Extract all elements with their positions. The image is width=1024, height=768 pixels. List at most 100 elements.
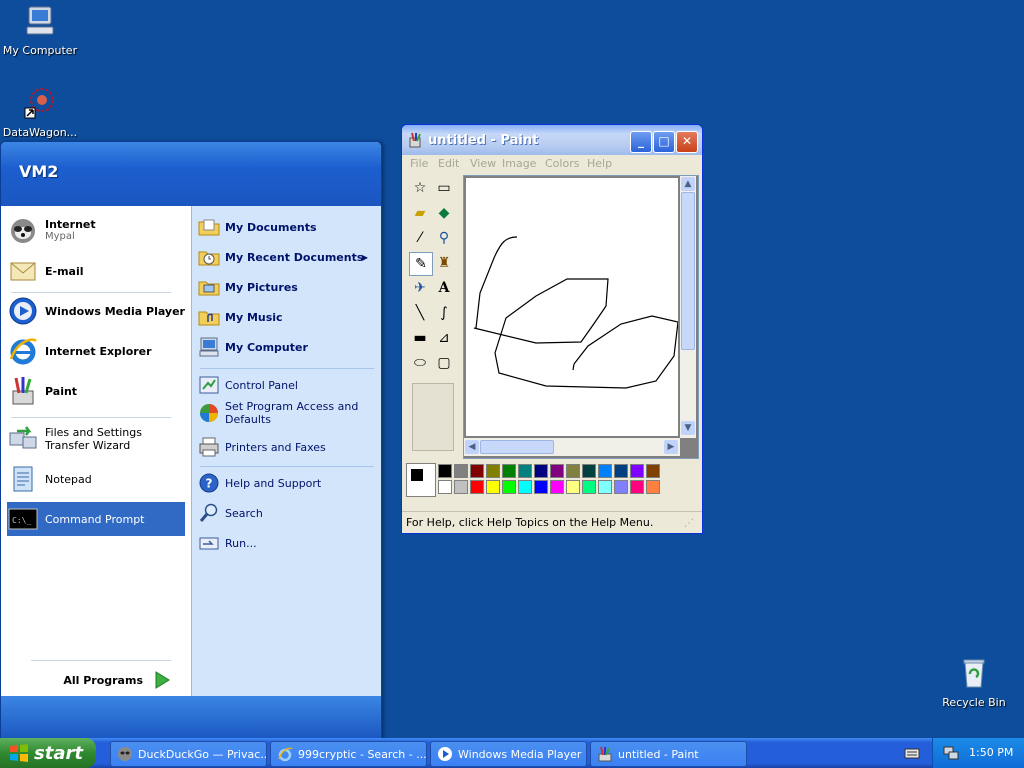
free-select-tool[interactable]: ☆ — [409, 177, 431, 199]
color-swatch[interactable] — [518, 464, 532, 478]
color-swatch[interactable] — [550, 480, 564, 494]
link-my-documents[interactable]: My Documents — [198, 216, 376, 238]
program-paint[interactable]: Paint — [7, 374, 185, 408]
color-swatch[interactable] — [598, 480, 612, 494]
horizontal-scrollbar[interactable]: ◀ ▶ — [464, 438, 680, 456]
rounded-rect-tool[interactable]: ▢ — [433, 352, 455, 374]
menu-view[interactable]: View — [470, 157, 496, 170]
polygon-tool[interactable]: ⊿ — [433, 327, 455, 349]
close-button[interactable]: ✕ — [676, 131, 698, 153]
task-search[interactable]: 999cryptic - Search - ... — [270, 741, 427, 767]
network-icon[interactable] — [943, 745, 959, 761]
menu-help[interactable]: Help — [587, 157, 612, 170]
color-swatch[interactable] — [582, 464, 596, 478]
drawing-canvas[interactable] — [466, 178, 678, 436]
color-swatch[interactable] — [534, 480, 548, 494]
link-my-recent-documents[interactable]: My Recent Documents ▶ — [198, 246, 376, 268]
resize-grip-icon[interactable]: ⋰ — [684, 518, 694, 529]
scroll-thumb[interactable] — [681, 192, 695, 350]
keyboard-icon[interactable] — [904, 746, 920, 760]
color-swatch[interactable] — [454, 464, 468, 478]
color-swatch[interactable] — [438, 480, 452, 494]
scroll-up-button[interactable]: ▲ — [681, 177, 695, 191]
color-swatch[interactable] — [470, 480, 484, 494]
color-swatch[interactable] — [518, 480, 532, 494]
program-command-prompt[interactable]: C:\_ Command Prompt — [7, 502, 185, 536]
airbrush-tool[interactable]: ✈ — [409, 277, 431, 299]
menu-edit[interactable]: Edit — [438, 157, 459, 170]
brush-tool[interactable]: ♜ — [433, 252, 455, 274]
link-label: My Documents — [225, 220, 317, 234]
task-duckduckgo[interactable]: DuckDuckGo — Privac... — [110, 741, 267, 767]
paint-title-bar[interactable]: untitled - Paint _ □ ✕ — [402, 125, 702, 155]
menu-file[interactable]: File — [410, 157, 428, 170]
color-swatch[interactable] — [454, 480, 468, 494]
color-swatch[interactable] — [630, 480, 644, 494]
eraser-tool[interactable]: ▰ — [409, 202, 431, 224]
program-transfer-wizard[interactable]: Files and Settings Transfer Wizard — [7, 422, 185, 456]
task-paint[interactable]: untitled - Paint — [590, 741, 747, 767]
link-control-panel[interactable]: Control Panel — [198, 374, 376, 396]
task-media-player[interactable]: Windows Media Player — [430, 741, 587, 767]
color-swatch[interactable] — [646, 464, 660, 478]
link-search[interactable]: Search — [198, 502, 376, 524]
link-printers-faxes[interactable]: Printers and Faxes — [198, 436, 376, 458]
link-my-music[interactable]: My Music — [198, 306, 376, 328]
color-swatch[interactable] — [630, 464, 644, 478]
pinned-internet[interactable]: Internet Mypal — [7, 212, 185, 248]
pencil-tool[interactable]: ✎ — [409, 252, 433, 276]
scroll-left-button[interactable]: ◀ — [465, 440, 479, 454]
desktop-icon-datawagon[interactable]: DataWagon... — [0, 86, 80, 139]
color-swatch[interactable] — [534, 464, 548, 478]
minimize-button[interactable]: _ — [630, 131, 652, 153]
color-swatch[interactable] — [566, 464, 580, 478]
clock[interactable]: 1:50 PM — [969, 746, 1013, 759]
color-swatch[interactable] — [566, 480, 580, 494]
all-programs-button[interactable]: All Programs — [21, 666, 171, 694]
program-media-player[interactable]: Windows Media Player — [7, 294, 185, 328]
menu-colors[interactable]: Colors — [545, 157, 579, 170]
desktop-icon-recycle-bin[interactable]: Recycle Bin — [934, 656, 1014, 709]
rect-select-tool[interactable]: ▭ — [433, 177, 455, 199]
color-picker-tool[interactable]: ⁄ — [409, 227, 431, 249]
program-notepad[interactable]: Notepad — [7, 462, 185, 496]
color-swatch[interactable] — [598, 464, 612, 478]
vertical-scrollbar[interactable]: ▲ ▼ — [680, 176, 696, 438]
rectangle-tool[interactable]: ▬ — [409, 327, 431, 349]
text-tool[interactable]: A — [433, 277, 455, 299]
color-swatch[interactable] — [582, 480, 596, 494]
curve-tool[interactable]: ∫ — [433, 302, 455, 324]
color-swatch[interactable] — [438, 464, 452, 478]
color-swatch[interactable] — [646, 480, 660, 494]
link-my-computer[interactable]: My Computer — [198, 336, 376, 358]
pinned-email[interactable]: E-mail — [7, 254, 185, 288]
hscroll-thumb[interactable] — [480, 440, 554, 454]
link-my-pictures[interactable]: My Pictures — [198, 276, 376, 298]
color-swatch[interactable] — [502, 480, 516, 494]
fill-tool[interactable]: ◆ — [433, 202, 455, 224]
current-colors[interactable] — [406, 463, 436, 497]
line-tool[interactable]: ╲ — [409, 302, 431, 324]
paint-window[interactable]: untitled - Paint _ □ ✕ File Edit View Im… — [401, 124, 703, 534]
color-swatch[interactable] — [486, 480, 500, 494]
color-swatch[interactable] — [486, 464, 500, 478]
color-swatch[interactable] — [550, 464, 564, 478]
maximize-button[interactable]: □ — [653, 131, 675, 153]
link-help-support[interactable]: ? Help and Support — [198, 472, 376, 494]
color-swatch[interactable] — [502, 464, 516, 478]
scroll-down-button[interactable]: ▼ — [681, 421, 695, 435]
menu-image[interactable]: Image — [502, 157, 536, 170]
chevron-up-icon: ▲ — [684, 179, 692, 189]
start-button[interactable]: start — [0, 738, 96, 768]
color-swatch[interactable] — [614, 464, 628, 478]
tool-options-box[interactable] — [412, 383, 454, 451]
scroll-right-button[interactable]: ▶ — [664, 440, 678, 454]
color-swatch[interactable] — [614, 480, 628, 494]
desktop-icon-my-computer[interactable]: My Computer — [0, 4, 80, 57]
program-internet-explorer[interactable]: Internet Explorer — [7, 334, 185, 368]
link-set-program-access[interactable]: Set Program Access and Defaults — [198, 400, 376, 426]
magnifier-tool[interactable]: ⚲ — [433, 227, 455, 249]
color-swatch[interactable] — [470, 464, 484, 478]
ellipse-tool[interactable]: ⬭ — [409, 352, 431, 374]
link-run[interactable]: Run... — [198, 532, 376, 554]
